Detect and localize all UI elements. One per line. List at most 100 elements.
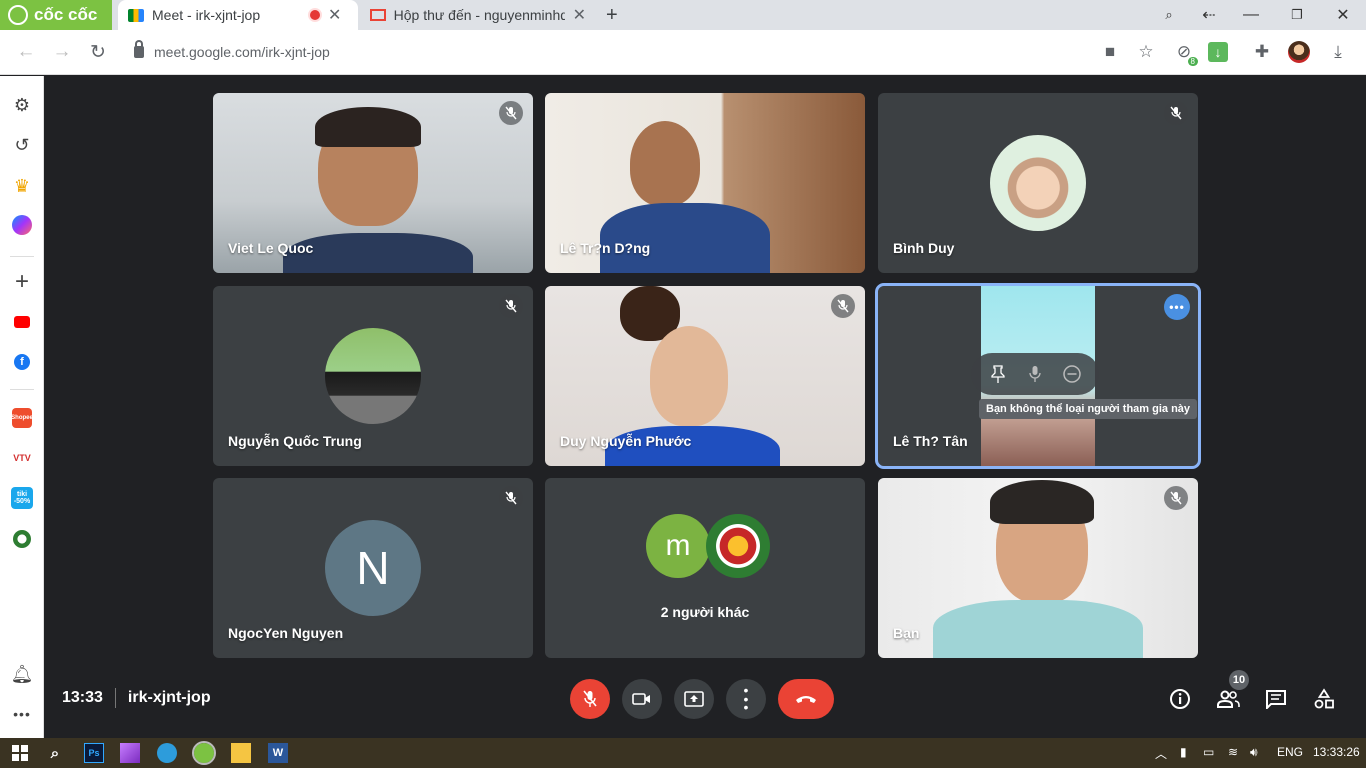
- participant-tile[interactable]: Lê Th? Tân ••• Bạn không thể loại người …: [875, 283, 1201, 469]
- crown-icon[interactable]: ♛: [10, 174, 34, 198]
- adblock-icon[interactable]: ⊘ 8: [1170, 38, 1198, 66]
- activities-button[interactable]: [1309, 684, 1339, 714]
- shopee-icon[interactable]: Shopee: [10, 406, 34, 430]
- more-vert-icon: • • •: [743, 682, 749, 716]
- mic-toggle-button[interactable]: [570, 679, 610, 719]
- remove-participant-icon[interactable]: [1059, 361, 1085, 387]
- participant-name: Bình Duy: [893, 240, 955, 256]
- mic-off-icon: [499, 294, 523, 318]
- bell-icon[interactable]: 🔔︎: [10, 662, 34, 686]
- paint-app-icon[interactable]: [120, 743, 140, 763]
- chat-icon: [1266, 690, 1286, 709]
- wifi-icon[interactable]: ≋: [1228, 745, 1238, 759]
- tab-gmail[interactable]: Hộp thư đến - nguyenminhq ✕: [360, 0, 596, 30]
- profile-avatar[interactable]: [1288, 41, 1310, 63]
- mic-off-icon: [831, 294, 855, 318]
- back-forward-cache-icon[interactable]: ⇠: [1186, 0, 1232, 30]
- battery-icon[interactable]: ▭: [1203, 745, 1214, 759]
- file-explorer-icon[interactable]: [231, 743, 251, 763]
- others-avatars: m: [646, 514, 770, 578]
- camera-toggle-button[interactable]: [622, 679, 662, 719]
- mic-off-icon: [1164, 486, 1188, 510]
- url-field[interactable]: meet.google.com/irk-xjnt-jop: [128, 38, 1078, 66]
- mic-off-icon: [1164, 101, 1188, 125]
- more-options-icon[interactable]: •••: [1164, 294, 1190, 320]
- forward-icon[interactable]: →: [48, 38, 76, 66]
- close-tab-icon[interactable]: ✕: [573, 5, 586, 25]
- windows-start-icon[interactable]: [10, 743, 30, 763]
- history-icon[interactable]: ↺: [10, 133, 34, 157]
- participant-avatar: [990, 135, 1086, 231]
- football-icon[interactable]: [10, 527, 34, 551]
- tab-meet[interactable]: Meet - irk-xjnt-jop ✕: [118, 0, 358, 30]
- tab-gmail-title: Hộp thư đến - nguyenminhq: [393, 7, 565, 23]
- info-icon: [1170, 689, 1190, 709]
- divider: [114, 688, 116, 708]
- present-screen-button[interactable]: [674, 679, 714, 719]
- participant-tile[interactable]: Bình Duy: [878, 93, 1198, 273]
- chat-button[interactable]: [1261, 684, 1291, 714]
- tooltip: Bạn không thể loại người tham gia này: [979, 399, 1198, 419]
- self-tile[interactable]: Bạn: [878, 478, 1198, 658]
- participant-name: Lê Tr?n D?ng: [560, 240, 651, 256]
- pin-icon[interactable]: [985, 361, 1011, 387]
- people-icon: [1217, 690, 1240, 708]
- tiki-icon[interactable]: tiki -50%: [10, 486, 34, 510]
- photoshop-icon[interactable]: Ps: [84, 743, 104, 763]
- language-indicator[interactable]: ENG: [1277, 745, 1303, 759]
- activities-icon: [1314, 688, 1334, 709]
- vtv-icon[interactable]: VTV: [10, 446, 34, 470]
- reload-icon[interactable]: ↻: [84, 38, 112, 66]
- messenger-icon[interactable]: [10, 213, 34, 237]
- close-window-icon[interactable]: ✕: [1320, 0, 1366, 30]
- participant-initial-avatar: m: [646, 514, 710, 578]
- mic-off-icon: [499, 101, 523, 125]
- settings-icon[interactable]: ⚙: [10, 93, 34, 117]
- participant-tile[interactable]: Lê Tr?n D?ng: [545, 93, 865, 273]
- close-tab-icon[interactable]: ✕: [328, 5, 341, 25]
- participant-tile[interactable]: Nguyễn Quốc Trung: [213, 286, 533, 466]
- back-icon[interactable]: ←: [12, 38, 40, 66]
- meeting-info: 13:33 irk-xjnt-jop: [62, 688, 211, 708]
- youtube-icon[interactable]: [10, 310, 34, 334]
- downloads-icon[interactable]: ⤓: [1324, 38, 1352, 66]
- shirt-figure: [933, 600, 1143, 658]
- chat-app-icon[interactable]: [157, 743, 177, 763]
- volume-icon[interactable]: 🔊︎: [1250, 745, 1258, 760]
- windows-taskbar: ⌕ Ps W ︿ ▮ ▭ ≋ 🔊︎ ENG 13:33:26: [0, 738, 1366, 768]
- system-clock[interactable]: 13:33:26: [1313, 745, 1360, 759]
- word-icon[interactable]: W: [268, 743, 288, 763]
- restore-icon[interactable]: ❐: [1274, 0, 1320, 30]
- extensions-puzzle-icon[interactable]: ✚: [1248, 38, 1276, 66]
- tray-overflow-icon[interactable]: ︿: [1155, 745, 1167, 762]
- hair-figure: [315, 107, 421, 147]
- camera-permission-icon[interactable]: ■: [1096, 38, 1124, 66]
- search-icon[interactable]: ⌕: [45, 743, 65, 763]
- coccoc-taskbar-icon[interactable]: [192, 741, 216, 765]
- more-icon[interactable]: •••: [10, 702, 34, 726]
- participant-name: Nguyễn Quốc Trung: [228, 433, 362, 449]
- mic-icon[interactable]: [1022, 361, 1048, 387]
- add-icon[interactable]: +: [10, 268, 34, 295]
- facebook-icon[interactable]: f: [10, 350, 34, 374]
- brand-label: cốc cốc: [34, 5, 98, 24]
- more-options-button[interactable]: • • •: [726, 679, 766, 719]
- others-tile[interactable]: m 2 người khác: [545, 478, 865, 658]
- bookmark-star-icon[interactable]: ☆: [1132, 38, 1160, 66]
- tray-mic-icon[interactable]: ▮: [1180, 745, 1187, 759]
- savior-download-icon[interactable]: ↓: [1208, 42, 1228, 62]
- participant-tile[interactable]: Duy Nguyễn Phước: [545, 286, 865, 466]
- participant-tile[interactable]: Viet Le Quoc: [213, 93, 533, 273]
- participants-button[interactable]: 10: [1213, 670, 1249, 714]
- meeting-time: 13:33: [62, 689, 103, 706]
- participant-tile[interactable]: N NgocYen Nguyen: [213, 478, 533, 658]
- mic-off-icon: [583, 690, 597, 707]
- extension-badge: 8: [1187, 57, 1198, 66]
- participant-count-badge: 10: [1229, 670, 1249, 690]
- coccoc-brand[interactable]: cốc cốc: [0, 0, 112, 30]
- minimize-icon[interactable]: —: [1228, 0, 1274, 30]
- tile-hover-controls: [971, 353, 1099, 395]
- meeting-details-button[interactable]: [1165, 684, 1195, 714]
- leave-call-button[interactable]: [778, 679, 834, 719]
- new-tab-button[interactable]: +: [596, 0, 630, 30]
